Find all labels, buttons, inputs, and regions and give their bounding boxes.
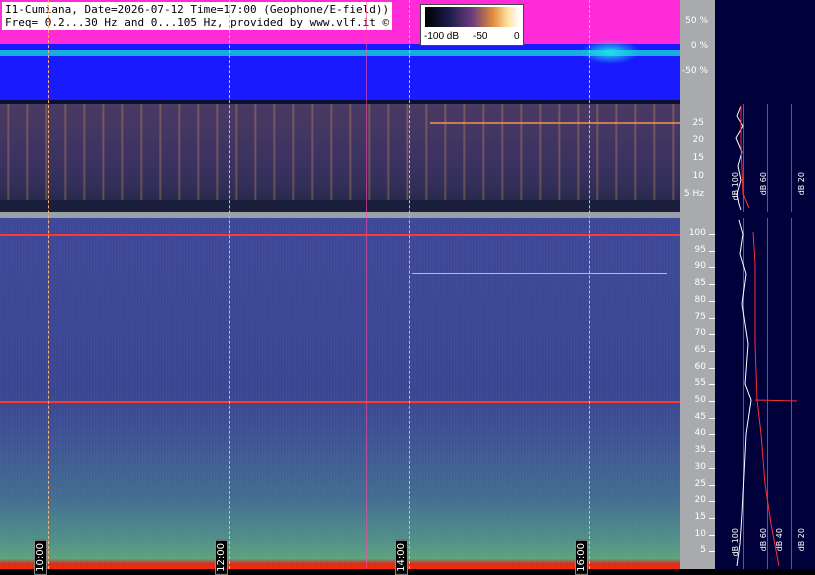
high-freq-tick: 55 — [694, 378, 706, 389]
low-freq-bottom-band — [0, 200, 680, 212]
low-freq-tick: 5 Hz — [683, 189, 704, 199]
spectrogram-low-freq — [0, 104, 680, 212]
time-marker-10 — [48, 0, 49, 569]
low-freq-tick: 15 — [692, 153, 704, 163]
colorbar-gradient — [425, 7, 519, 27]
power-spectrum-traces — [735, 105, 798, 567]
colorbar-mid-label: -50 — [473, 31, 488, 42]
title-line-1: I1-Cumiana, Date=2026-07-12 Time=17:00 (… — [5, 3, 390, 16]
time-label: 12:00 — [215, 540, 228, 575]
high-freq-tick: 35 — [694, 445, 706, 456]
amp-tick: 0 % — [690, 41, 708, 51]
colorbar-max-label: 0 — [514, 31, 520, 42]
time-marker-16 — [589, 0, 590, 569]
high-freq-tick: 45 — [694, 411, 706, 422]
high-freq-tick: 85 — [694, 278, 706, 289]
time-label: 14:00 — [395, 540, 408, 575]
power-panel-blank — [715, 0, 815, 100]
scale-column: 50 % 0 % -50 % 25 20 15 10 5 Hz 100 95 90 8… — [680, 0, 715, 569]
low-freq-ref-trace — [740, 106, 750, 209]
high-freq-tick: 60 — [694, 361, 706, 372]
high-freq-tick: 65 — [694, 344, 706, 355]
low-freq-tick: 10 — [692, 171, 704, 181]
time-label: 16:00 — [575, 540, 588, 575]
amplitude-panel: I1-Cumiana, Date=2026-07-12 Time=17:00 (… — [0, 0, 680, 100]
line-100hz — [0, 234, 680, 236]
high-freq-tick: 30 — [694, 461, 706, 472]
high-freq-tick: 100 — [688, 228, 706, 238]
time-label: 10:00 — [34, 540, 47, 575]
low-freq-tick: 20 — [692, 135, 704, 145]
high-freq-tick: 90 — [694, 261, 706, 272]
chart-title: I1-Cumiana, Date=2026-07-12 Time=17:00 (… — [2, 2, 393, 30]
high-freq-tick: 80 — [694, 294, 706, 305]
colorbar: -100 dB -50 0 — [420, 4, 524, 46]
high-freq-power-trace — [736, 219, 752, 567]
amplitude-trace — [0, 50, 680, 56]
peak-50hz — [754, 399, 798, 402]
high-freq-ref-trace — [752, 231, 780, 567]
colorbar-min-label: -100 dB — [424, 31, 460, 42]
power-spectrum-panel: dB 100 dB 60 dB 20 dB 100 dB 60 dB 40 dB… — [715, 0, 815, 569]
amp-tick: -50 % — [681, 66, 708, 76]
high-freq-tick: 5 — [700, 545, 706, 556]
high-freq-tick: 15 — [694, 511, 706, 522]
faint-line — [412, 273, 667, 274]
title-line-2: Freq= 0.2...30 Hz and 0...105 Hz, provid… — [5, 16, 390, 29]
time-marker-14 — [409, 0, 410, 569]
time-marker-12 — [229, 0, 230, 569]
low-freq-tick: 25 — [692, 118, 704, 128]
high-freq-tick: 20 — [694, 495, 706, 506]
low-freq-line — [430, 122, 680, 124]
line-50hz — [0, 401, 680, 403]
high-freq-tick: 75 — [694, 311, 706, 322]
high-freq-tick: 10 — [694, 528, 706, 539]
amp-tick: 50 % — [685, 16, 708, 26]
spectrogram-high-freq — [0, 218, 680, 569]
high-freq-tick: 95 — [694, 244, 706, 255]
high-freq-tick: 70 — [694, 328, 706, 339]
high-freq-tick: 40 — [694, 428, 706, 439]
event-marker — [366, 0, 367, 569]
high-freq-tick: 25 — [694, 478, 706, 489]
high-freq-tick: 50 — [694, 395, 706, 405]
